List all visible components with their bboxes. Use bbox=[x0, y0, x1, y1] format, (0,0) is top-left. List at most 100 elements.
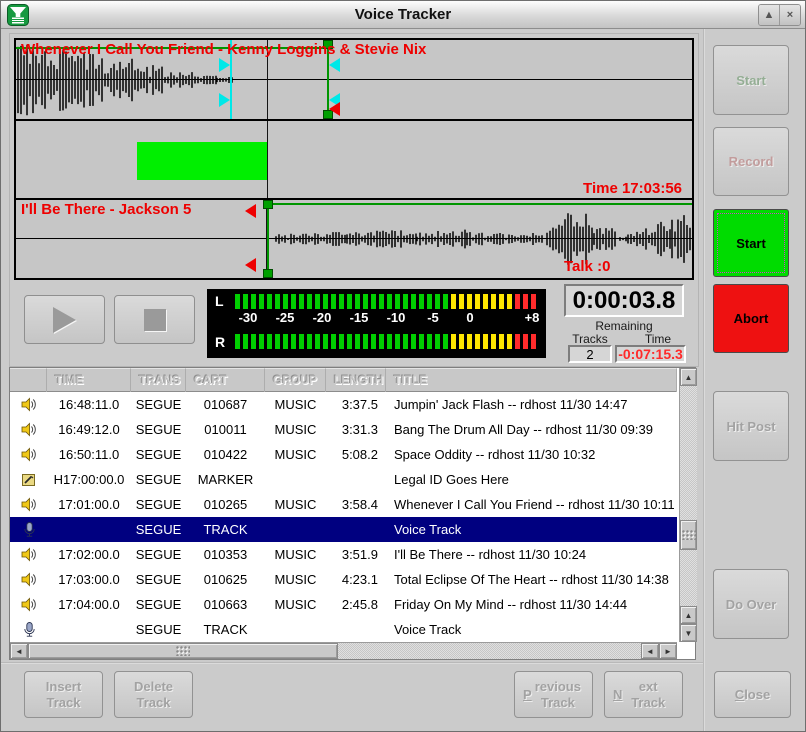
vu-segment bbox=[403, 294, 408, 309]
cell-length: 3:37.5 bbox=[326, 392, 386, 417]
log-row[interactable]: 17:02:00.0SEGUE010353MUSIC3:51.9I'll Be … bbox=[10, 542, 677, 567]
log-row[interactable]: 17:03:00.0SEGUE010625MUSIC4:23.1Total Ec… bbox=[10, 567, 677, 592]
horizontal-scroll-track[interactable] bbox=[338, 643, 641, 659]
close-window-button[interactable]: × bbox=[779, 5, 800, 25]
vu-segment bbox=[339, 294, 344, 309]
voice-track-region[interactable] bbox=[137, 142, 268, 180]
hit-post-button[interactable]: Hit Post bbox=[713, 391, 789, 461]
vu-scale-label: -5 bbox=[427, 310, 439, 325]
scroll-up-button[interactable]: ▲ bbox=[680, 368, 697, 386]
scroll-down-button[interactable]: ▼ bbox=[680, 624, 697, 642]
vu-scale-label: -30 bbox=[239, 310, 258, 325]
vu-segment bbox=[275, 294, 280, 309]
track2-waveform-panel[interactable]: I'll Be There - Jackson 5 Talk :0 bbox=[16, 200, 692, 278]
start-handle-top[interactable] bbox=[263, 200, 273, 209]
scroll-right-button[interactable]: ► bbox=[659, 643, 677, 659]
vertical-scroll-track[interactable] bbox=[680, 386, 697, 606]
horizontal-scroll-thumb[interactable] bbox=[28, 643, 338, 659]
vertical-scroll-thumb[interactable] bbox=[680, 520, 697, 550]
abort-button[interactable]: Abort bbox=[713, 284, 789, 353]
start-marker-icon[interactable] bbox=[245, 258, 256, 272]
cell-cart: 010265 bbox=[186, 492, 265, 517]
log-row[interactable]: 17:04:00.0SEGUE010663MUSIC2:45.8Friday O… bbox=[10, 592, 677, 617]
next-track-button[interactable]: Next Track bbox=[604, 671, 683, 718]
start-handle-bottom[interactable] bbox=[263, 269, 273, 278]
play-button[interactable] bbox=[24, 295, 105, 344]
cell-title: Whenever I Call You Friend -- rdhost 11/… bbox=[386, 492, 677, 517]
stop-button[interactable] bbox=[114, 295, 195, 344]
log-row[interactable]: 16:48:11.0SEGUE010687MUSIC3:37.5Jumpin' … bbox=[10, 392, 677, 417]
cell-time: 16:48:11.0 bbox=[47, 392, 131, 417]
fade-marker-icon[interactable] bbox=[219, 93, 230, 107]
voice-track-panel[interactable]: Time 17:03:56 bbox=[16, 121, 692, 200]
scroll-left-button[interactable]: ◄ bbox=[10, 643, 28, 659]
track1-waveform-panel[interactable]: Whenever I Call You Friend - Kenny Loggi… bbox=[16, 40, 692, 121]
start-playback-button[interactable]: Start bbox=[713, 45, 789, 115]
end-marker-icon[interactable] bbox=[329, 102, 340, 116]
log-row[interactable]: 17:01:00.0SEGUE010265MUSIC3:58.4Whenever… bbox=[10, 492, 677, 517]
vu-segment bbox=[347, 294, 352, 309]
scroll-up-button-alt[interactable]: ▲ bbox=[680, 606, 697, 624]
titlebar[interactable]: Voice Tracker ▲ × bbox=[1, 1, 805, 29]
log-row[interactable]: H17:00:00.0SEGUEMARKERLegal ID Goes Here bbox=[10, 467, 677, 492]
vu-segment bbox=[499, 334, 504, 349]
cell-trans: SEGUE bbox=[131, 392, 186, 417]
log-row[interactable]: SEGUETRACKVoice Track bbox=[10, 517, 677, 542]
fade-marker-icon[interactable] bbox=[329, 58, 340, 72]
previous-track-button[interactable]: Previous Track bbox=[514, 671, 593, 718]
scroll-left-button-alt[interactable]: ◄ bbox=[641, 643, 659, 659]
mic-icon bbox=[10, 517, 47, 542]
log-row[interactable]: SEGUETRACKVoice Track bbox=[10, 617, 677, 642]
vu-segment bbox=[379, 294, 384, 309]
vu-scale-label: -10 bbox=[387, 310, 406, 325]
close-button[interactable]: Close bbox=[714, 671, 791, 718]
arrow-up-icon: ▲ bbox=[685, 611, 693, 620]
speaker-icon bbox=[10, 492, 47, 517]
vu-segment bbox=[435, 294, 440, 309]
vu-segment bbox=[523, 294, 528, 309]
remaining-time-label: Time bbox=[628, 332, 688, 346]
shade-window-button[interactable]: ▲ bbox=[759, 5, 779, 25]
track2-edit-cursor bbox=[267, 121, 268, 198]
record-button[interactable]: Record bbox=[713, 127, 789, 196]
cell-trans: SEGUE bbox=[131, 517, 186, 542]
horizontal-separator bbox=[1, 662, 703, 664]
vu-scale-label: -25 bbox=[276, 310, 295, 325]
column-header-group: GROUP bbox=[265, 368, 326, 392]
log-row[interactable]: 16:50:11.0SEGUE010422MUSIC5:08.2Space Od… bbox=[10, 442, 677, 467]
cell-length bbox=[326, 467, 386, 492]
window-title: Voice Tracker bbox=[1, 1, 805, 29]
arrow-left-icon: ◄ bbox=[646, 647, 654, 656]
vu-segment bbox=[283, 334, 288, 349]
vu-segment bbox=[299, 294, 304, 309]
cell-time: 16:50:11.0 bbox=[47, 442, 131, 467]
voice-tracker-window: Voice Tracker ▲ × bbox=[0, 0, 806, 732]
log-row[interactable]: 16:49:12.0SEGUE010011MUSIC3:31.3Bang The… bbox=[10, 417, 677, 442]
vu-segment bbox=[235, 294, 240, 309]
vu-segment bbox=[483, 294, 488, 309]
horizontal-scrollbar[interactable]: ◄ ◄ ► bbox=[10, 642, 677, 659]
vu-segment bbox=[371, 334, 376, 349]
start-next-button[interactable]: Start bbox=[713, 209, 789, 277]
cell-group: MUSIC bbox=[265, 417, 326, 442]
do-over-button[interactable]: Do Over bbox=[713, 569, 789, 639]
track2-start-marker[interactable] bbox=[267, 200, 269, 278]
insert-track-button[interactable]: Insert Track bbox=[24, 671, 103, 718]
vu-scale-label: -20 bbox=[313, 310, 332, 325]
cell-cart: MARKER bbox=[186, 467, 265, 492]
vu-right-label: R bbox=[215, 334, 235, 350]
cell-cart: 010011 bbox=[186, 417, 265, 442]
fade-marker-icon[interactable] bbox=[219, 58, 230, 72]
vu-segment bbox=[459, 334, 464, 349]
start-marker-icon[interactable] bbox=[245, 204, 256, 218]
cell-trans: SEGUE bbox=[131, 592, 186, 617]
cell-cart: 010663 bbox=[186, 592, 265, 617]
vu-scale-label: -15 bbox=[350, 310, 369, 325]
cell-cart: 010687 bbox=[186, 392, 265, 417]
column-header-time: TIME bbox=[47, 368, 131, 392]
remaining-label: Remaining bbox=[564, 319, 684, 333]
delete-track-button[interactable]: Delete Track bbox=[114, 671, 193, 718]
column-header-icon bbox=[10, 368, 47, 392]
elapsed-time-display: 0:00:03.8 bbox=[564, 284, 684, 317]
vertical-scrollbar[interactable]: ▲ ▲ ▼ bbox=[679, 368, 697, 642]
